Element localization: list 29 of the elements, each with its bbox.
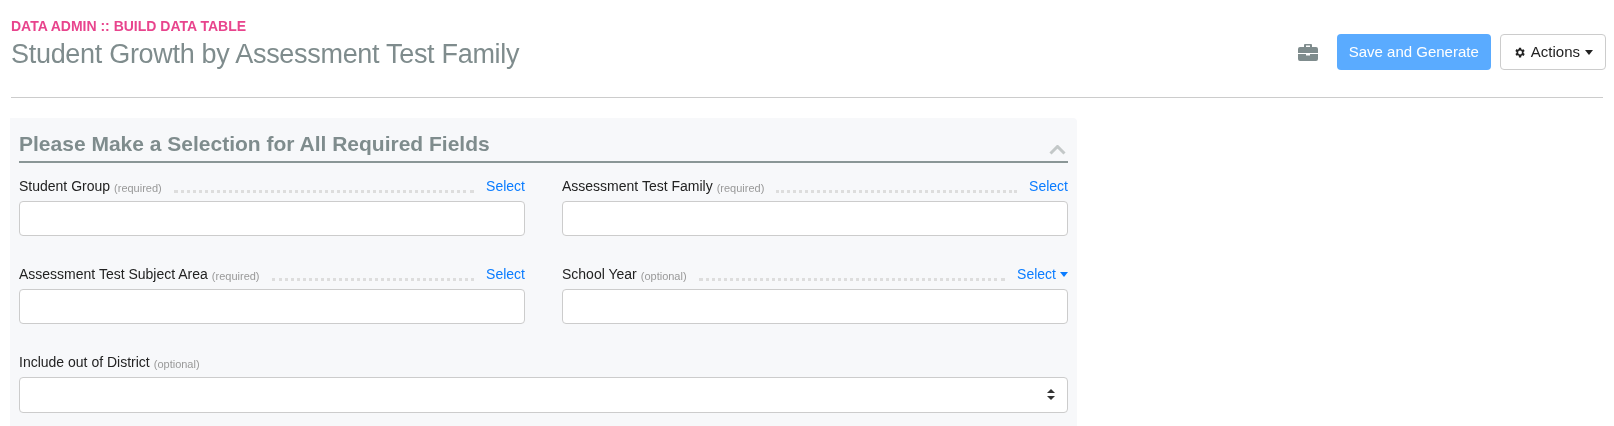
sort-icon: [1047, 389, 1055, 400]
field-label: School Year: [562, 264, 637, 284]
field-note: (required): [114, 181, 162, 196]
field-note: (required): [211, 269, 260, 284]
select-link[interactable]: Select: [486, 263, 525, 285]
select-link[interactable]: Select: [486, 175, 525, 197]
actions-button[interactable]: Actions: [1499, 34, 1606, 70]
save-button[interactable]: Save and Generate: [1336, 34, 1491, 70]
panel-title: Please Make a Selection for All Required Fields: [19, 131, 490, 157]
input-field[interactable]: [19, 288, 525, 324]
caret-icon: [1060, 271, 1068, 277]
field-label: Include out of District: [19, 352, 150, 372]
field-label: Student Group: [19, 176, 111, 196]
select-link[interactable]: Select: [1029, 175, 1068, 197]
collapse-chevron-icon[interactable]: [1049, 144, 1066, 155]
caret-icon: [1585, 49, 1593, 55]
breadcrumb: DATA ADMIN :: BUILD DATA TABLE: [11, 17, 248, 36]
briefcase-icon: [1297, 43, 1318, 61]
input-field[interactable]: [562, 200, 1068, 236]
field-note: (optional): [153, 357, 200, 372]
input-field[interactable]: [19, 200, 525, 236]
select-field[interactable]: [19, 376, 1068, 413]
field-label: Assessment Test Family: [562, 176, 713, 196]
field-label: Assessment Test Subject Area: [19, 264, 208, 284]
field-note: (required): [716, 181, 765, 196]
select-link[interactable]: Select: [1017, 263, 1068, 285]
page-title: Student Growth by Assessment Test Family: [11, 38, 520, 71]
input-field[interactable]: [562, 288, 1068, 324]
field-note: (optional): [640, 269, 687, 284]
